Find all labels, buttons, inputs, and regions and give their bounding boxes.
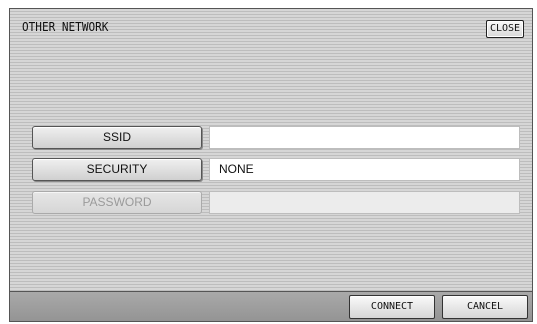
other-network-dialog: OTHER NETWORK CLOSE SSID SECURITY NONE P… [9,8,533,322]
ssid-button[interactable]: SSID [32,126,202,149]
footer-bar: CONNECT CANCEL [10,291,532,321]
close-button[interactable]: CLOSE [486,20,524,38]
cancel-button[interactable]: CANCEL [442,295,528,319]
security-field[interactable]: NONE [209,158,520,181]
password-button: PASSWORD [32,191,202,214]
security-button[interactable]: SECURITY [32,158,202,181]
screen: OTHER NETWORK CLOSE SSID SECURITY NONE P… [0,0,537,324]
password-field [209,191,520,214]
ssid-field[interactable] [209,126,520,149]
connect-button[interactable]: CONNECT [349,295,435,319]
dialog-title: OTHER NETWORK [22,20,109,34]
